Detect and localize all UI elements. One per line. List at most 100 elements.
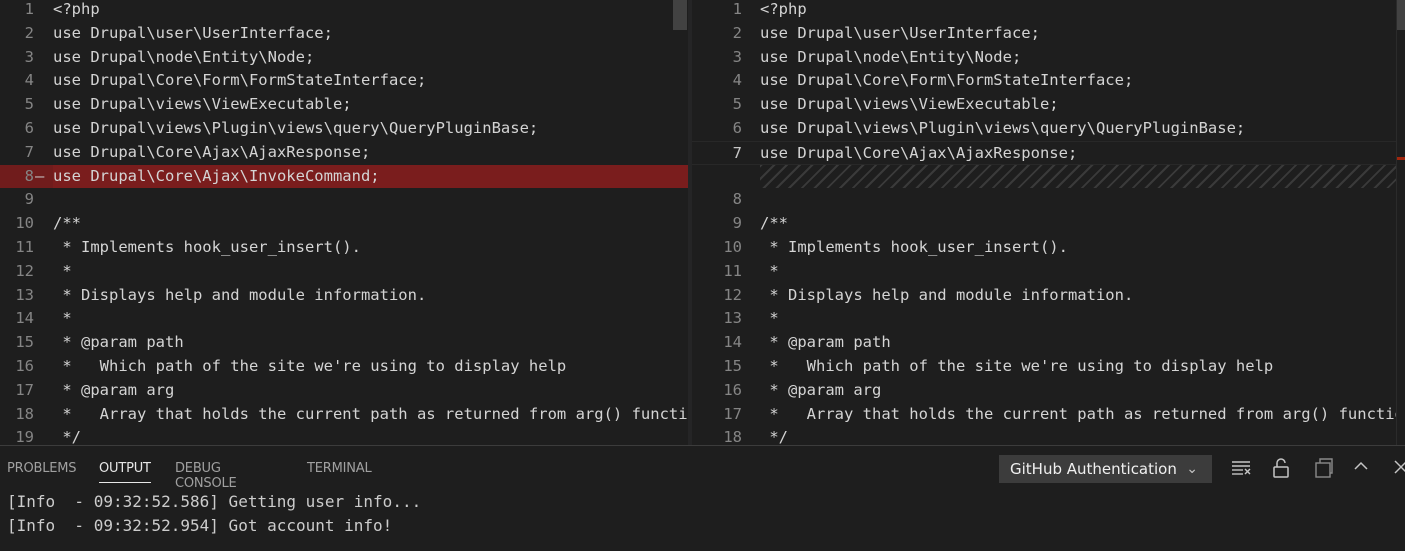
maximize-panel-icon[interactable] xyxy=(1353,458,1369,479)
line-number: 14 xyxy=(723,333,742,352)
output-line: [Info - 09:32:52.954] Got account info! xyxy=(7,516,393,535)
code-text: use Drupal\user\UserInterface; xyxy=(53,23,333,42)
code-text: use Drupal\views\ViewExecutable; xyxy=(760,95,1059,114)
code-line[interactable]: 3 use Drupal\node\Entity\Node; xyxy=(0,46,688,70)
code-line[interactable]: 4 use Drupal\Core\Form\FormStateInterface… xyxy=(692,69,1405,93)
code-line[interactable]: 2 use Drupal\user\UserInterface; xyxy=(692,22,1405,46)
line-number: 1 xyxy=(24,0,34,18)
code-line[interactable]: 14 * xyxy=(0,307,688,331)
close-panel-icon[interactable] xyxy=(1393,458,1405,479)
code-line[interactable]: 3 use Drupal\node\Entity\Node; xyxy=(692,46,1405,70)
diff-modified-pane[interactable]: 1 <?php 2 use Drupal\user\UserInterface; 3 us… xyxy=(692,0,1405,445)
tab-terminal[interactable]: TERMINAL xyxy=(307,461,372,476)
code-line[interactable]: 10 * Implements hook_user_insert(). xyxy=(692,236,1405,260)
code-text: use Drupal\views\Plugin\views\query\Quer… xyxy=(53,119,539,137)
right-pane-scrollbar[interactable] xyxy=(1396,0,1405,445)
code-text: use Drupal\Core\Ajax\AjaxResponse; xyxy=(760,143,1078,162)
code-text: * xyxy=(53,309,72,328)
code-line[interactable]: 8 xyxy=(692,188,1405,212)
code-line[interactable]: 4 use Drupal\Core\Form\FormStateInterface… xyxy=(0,69,688,93)
code-line[interactable]: 13 * Displays help and module informatio… xyxy=(0,284,688,308)
output-channel-select[interactable]: GitHub Authentication ⌄ xyxy=(999,455,1212,483)
code-text: <?php xyxy=(53,0,100,18)
code-line[interactable]: 2 use Drupal\user\UserInterface; xyxy=(0,22,688,46)
line-number: 10 xyxy=(723,238,742,256)
diff-removed-marker: — xyxy=(35,166,45,185)
line-number: 6 xyxy=(732,119,742,137)
right-pane-scrollbar-thumb[interactable] xyxy=(1397,0,1405,30)
code-text: use Drupal\Core\Ajax\InvokeCommand; xyxy=(53,164,688,189)
clear-output-icon[interactable] xyxy=(1231,458,1251,481)
code-line[interactable]: 5 use Drupal\views\ViewExecutable; xyxy=(692,93,1405,117)
line-number: 10 xyxy=(15,214,34,233)
code-line[interactable]: 17 * Array that holds the current path a… xyxy=(692,403,1405,427)
line-number: 2 xyxy=(732,23,742,42)
code-line[interactable]: 15 * Which path of the site we're using … xyxy=(692,355,1405,379)
code-text: use Drupal\views\Plugin\views\query\Quer… xyxy=(760,119,1246,137)
removed-line[interactable]: 8— use Drupal\Core\Ajax\InvokeCommand; xyxy=(0,164,688,189)
line-number: 3 xyxy=(732,47,742,66)
code-text: /** xyxy=(53,214,81,233)
code-line[interactable]: 5 use Drupal\views\ViewExecutable; xyxy=(0,93,688,117)
code-line[interactable]: 16 * Which path of the site we're using … xyxy=(0,355,688,379)
code-line[interactable]: 1 <?php xyxy=(0,0,688,22)
line-number: 2 xyxy=(24,23,34,42)
code-text: * Implements hook_user_insert(). xyxy=(760,238,1068,256)
line-number: 8 xyxy=(24,166,34,185)
open-log-icon[interactable] xyxy=(1313,458,1333,483)
code-line[interactable]: 6 use Drupal\views\Plugin\views\query\Que… xyxy=(0,117,688,141)
line-number: 9 xyxy=(24,190,34,209)
line-number: 5 xyxy=(732,95,742,114)
code-text: use Drupal\node\Entity\Node; xyxy=(760,47,1022,66)
tab-output[interactable]: OUTPUT xyxy=(99,461,151,483)
output-line: [Info - 09:32:52.586] Getting user info.… xyxy=(7,492,422,511)
line-number: 7 xyxy=(24,142,34,161)
left-pane-scrollbar-thumb[interactable] xyxy=(673,0,687,30)
output-log[interactable]: [Info - 09:32:52.586] Getting user info.… xyxy=(7,490,1405,538)
line-number: 15 xyxy=(723,357,742,375)
code-line[interactable]: 11 * xyxy=(692,260,1405,284)
line-number: 9 xyxy=(732,214,742,233)
tab-problems[interactable]: PROBLEMS xyxy=(7,461,77,476)
code-line[interactable]: 12 * Displays help and module informatio… xyxy=(692,284,1405,308)
line-number: 12 xyxy=(723,285,742,304)
code-line[interactable]: 16 * @param arg xyxy=(692,379,1405,403)
code-line[interactable]: 11 * Implements hook_user_insert(). xyxy=(0,236,688,260)
code-line[interactable]: 17 * @param arg xyxy=(0,379,688,403)
code-text: */ xyxy=(53,428,81,445)
line-number: 13 xyxy=(723,309,742,328)
line-number: 8 xyxy=(732,190,742,209)
code-line[interactable]: 14 * @param path xyxy=(692,331,1405,355)
code-line[interactable]: 6 use Drupal\views\Plugin\views\query\Que… xyxy=(692,117,1405,141)
code-line[interactable]: 7 use Drupal\Core\Ajax\AjaxResponse; xyxy=(692,140,1405,165)
line-number: 3 xyxy=(24,47,34,66)
lock-scroll-icon[interactable] xyxy=(1272,458,1290,483)
code-text: use Drupal\Core\Ajax\AjaxResponse; xyxy=(53,142,371,161)
line-number: 16 xyxy=(15,357,34,375)
code-line[interactable]: 18 * Array that holds the current path a… xyxy=(0,403,688,427)
code-line[interactable]: 18 */ xyxy=(692,426,1405,445)
code-line[interactable]: 19 */ xyxy=(0,426,688,445)
code-line[interactable]: 9 /** xyxy=(692,212,1405,236)
code-text: * Array that holds the current path as r… xyxy=(53,404,688,423)
line-number: 12 xyxy=(15,261,34,280)
code-line[interactable]: 9 xyxy=(0,188,688,212)
line-number: 13 xyxy=(15,285,34,304)
code-text: * @param arg xyxy=(53,380,175,399)
line-number: 15 xyxy=(15,333,34,352)
code-text: * @param arg xyxy=(760,380,882,399)
diff-original-pane[interactable]: 1 <?php 2 use Drupal\user\UserInterface; 3 us… xyxy=(0,0,688,445)
code-line[interactable]: 12 * xyxy=(0,260,688,284)
code-text: use Drupal\Core\Form\FormStateInterface; xyxy=(53,71,427,90)
code-text: * @param path xyxy=(53,333,184,352)
chevron-down-icon: ⌄ xyxy=(1186,461,1198,477)
code-text: * Which path of the site we're using to … xyxy=(760,357,1274,375)
code-line[interactable]: 15 * @param path xyxy=(0,331,688,355)
code-text: * Array that holds the current path as r… xyxy=(760,404,1405,423)
code-line[interactable]: 1 <?php xyxy=(692,0,1405,22)
tab-debug-console[interactable]: DEBUG CONSOLE xyxy=(175,461,237,491)
code-line[interactable]: 10 /** xyxy=(0,212,688,236)
code-line[interactable]: 13 * xyxy=(692,307,1405,331)
code-line[interactable]: 7 use Drupal\Core\Ajax\AjaxResponse; xyxy=(0,141,688,165)
line-number: 4 xyxy=(732,71,742,90)
